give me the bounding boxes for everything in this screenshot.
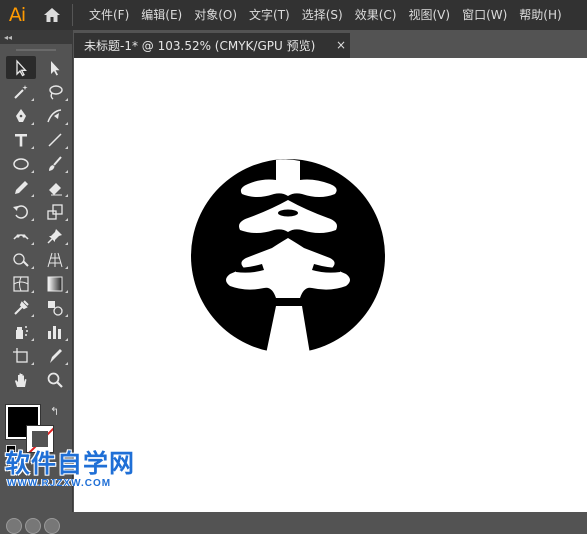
artboard-canvas[interactable] <box>74 58 587 512</box>
ellipse-tool-icon[interactable] <box>6 152 36 175</box>
draw-normal-icon[interactable] <box>6 518 22 534</box>
stroke-color-swatch[interactable] <box>26 425 54 453</box>
collapse-panel-icon[interactable]: ◂◂ <box>4 33 12 42</box>
rotate-tool-icon[interactable] <box>6 200 36 223</box>
blend-tool-icon[interactable] <box>40 296 70 319</box>
document-tab-title: 未标题-1* @ 103.52% (CMYK/GPU 预览) <box>84 39 316 53</box>
slice-tool-icon[interactable] <box>40 344 70 367</box>
selection-tool-icon[interactable] <box>6 56 36 79</box>
pen-tool-icon[interactable] <box>6 104 36 127</box>
pin-tool-icon[interactable] <box>40 224 70 247</box>
line-segment-tool-icon[interactable] <box>40 128 70 151</box>
document-tab[interactable]: 未标题-1* @ 103.52% (CMYK/GPU 预览) × <box>74 33 350 58</box>
document-tab-bar: 未标题-1* @ 103.52% (CMYK/GPU 预览) × <box>74 30 587 58</box>
shape-builder-tool-icon[interactable] <box>6 248 36 271</box>
panel-grip[interactable] <box>0 44 72 56</box>
default-fill-stroke-icon[interactable] <box>6 445 16 455</box>
menu-view[interactable]: 视图(V) <box>402 0 456 30</box>
tools-panel: ◂◂ ↰ <box>0 30 73 534</box>
column-graph-tool-icon[interactable] <box>40 320 70 343</box>
close-tab-icon[interactable]: × <box>336 33 346 58</box>
menu-window[interactable]: 窗口(W) <box>456 0 513 30</box>
zoom-tool-icon[interactable] <box>40 368 70 391</box>
pencil-tool-icon[interactable] <box>6 176 36 199</box>
menu-type[interactable]: 文字(T) <box>243 0 296 30</box>
tool-grid <box>0 56 72 391</box>
eyedropper-tool-icon[interactable] <box>6 296 36 319</box>
direct-selection-tool-icon[interactable] <box>40 56 70 79</box>
menu-object[interactable]: 对象(O) <box>188 0 243 30</box>
artboard-tool-icon[interactable] <box>6 344 36 367</box>
draw-behind-icon[interactable] <box>25 518 41 534</box>
puppet-warp-tool-icon[interactable] <box>6 224 36 247</box>
screen-mode-row <box>6 518 60 534</box>
magic-wand-tool-icon[interactable] <box>6 80 36 103</box>
gradient-tool-icon[interactable] <box>40 272 70 295</box>
app-logo: Ai <box>8 4 26 26</box>
symbol-sprayer-tool-icon[interactable] <box>6 320 36 343</box>
menu-file[interactable]: 文件(F) <box>83 0 135 30</box>
eraser-tool-icon[interactable] <box>40 176 70 199</box>
hand-tool-icon[interactable] <box>6 368 36 391</box>
mesh-tool-icon[interactable] <box>6 272 36 295</box>
fill-stroke-control: ↰ <box>5 404 68 465</box>
lasso-tool-icon[interactable] <box>40 80 70 103</box>
menu-bar: Ai 文件(F) 编辑(E) 对象(O) 文字(T) 选择(S) 效果(C) 视… <box>0 0 587 30</box>
tree-logo-artwork[interactable] <box>190 158 386 354</box>
paintbrush-tool-icon[interactable] <box>40 152 70 175</box>
type-tool-icon[interactable] <box>6 128 36 151</box>
curvature-tool-icon[interactable] <box>40 104 70 127</box>
menu-select[interactable]: 选择(S) <box>296 0 349 30</box>
draw-inside-icon[interactable] <box>44 518 60 534</box>
menu-separator <box>72 4 73 26</box>
scale-tool-icon[interactable] <box>40 200 70 223</box>
menu-effect[interactable]: 效果(C) <box>349 0 403 30</box>
menu-help[interactable]: 帮助(H) <box>513 0 567 30</box>
swap-fill-stroke-icon[interactable]: ↰ <box>50 405 59 418</box>
perspective-grid-tool-icon[interactable] <box>40 248 70 271</box>
home-icon[interactable] <box>34 0 70 30</box>
menu-edit[interactable]: 编辑(E) <box>135 0 188 30</box>
tools-panel-header: ◂◂ <box>0 30 72 44</box>
